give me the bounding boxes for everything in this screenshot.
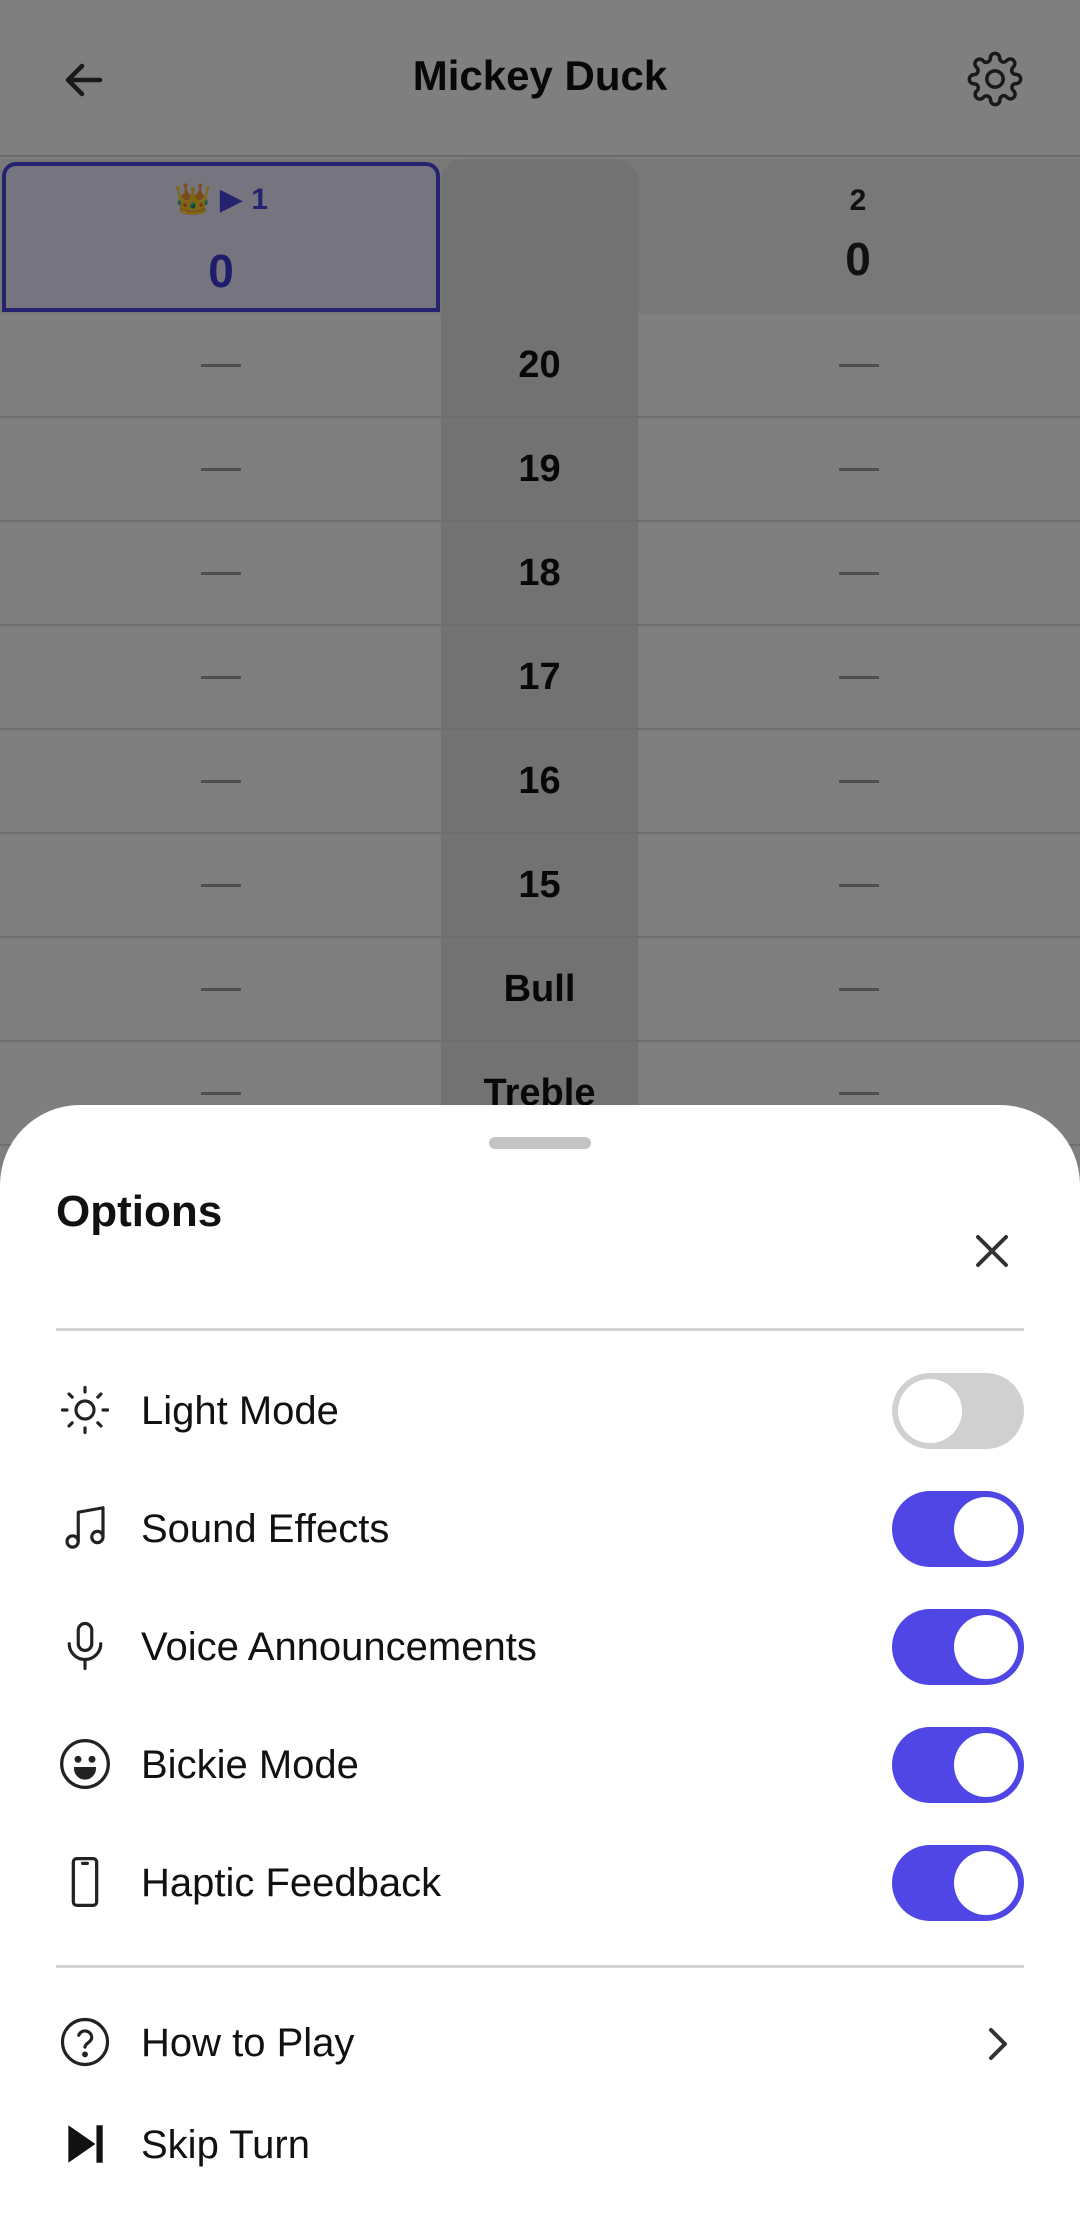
how-to-play-link[interactable]: How to Play bbox=[56, 2003, 1024, 2087]
sound-effects-toggle[interactable] bbox=[892, 1491, 1024, 1567]
toggle-knob bbox=[954, 1615, 1018, 1679]
divider bbox=[56, 1328, 1024, 1331]
help-circle-icon bbox=[56, 2013, 114, 2071]
haptic-feedback-toggle[interactable] bbox=[892, 1845, 1024, 1921]
option-label: Voice Announcements bbox=[141, 1625, 537, 1669]
close-icon bbox=[976, 1235, 1008, 1267]
microphone-icon bbox=[56, 1617, 114, 1675]
voice-announcements-toggle[interactable] bbox=[892, 1609, 1024, 1685]
chevron-right-icon bbox=[978, 2021, 1018, 2067]
drag-handle[interactable] bbox=[489, 1137, 591, 1149]
smiley-icon bbox=[56, 1735, 114, 1793]
close-button[interactable] bbox=[966, 1225, 1018, 1277]
option-label: Skip Turn bbox=[141, 2123, 310, 2167]
phone-icon bbox=[56, 1853, 114, 1911]
option-label: How to Play bbox=[141, 2021, 355, 2065]
skip-turn-button[interactable]: Skip Turn bbox=[56, 2105, 1024, 2189]
option-haptic-feedback[interactable]: Haptic Feedback bbox=[56, 1843, 1024, 1927]
divider bbox=[56, 1965, 1024, 1968]
options-bottom-sheet: Options Light Mode Sound Effects Voice A… bbox=[0, 1105, 1080, 2213]
music-note-icon bbox=[56, 1499, 114, 1557]
option-label: Sound Effects bbox=[141, 1507, 390, 1551]
option-sound-effects[interactable]: Sound Effects bbox=[56, 1489, 1024, 1573]
toggle-knob bbox=[898, 1379, 962, 1443]
sun-icon bbox=[56, 1381, 114, 1439]
option-label: Light Mode bbox=[141, 1389, 339, 1433]
option-label: Bickie Mode bbox=[141, 1743, 359, 1787]
option-bickie-mode[interactable]: Bickie Mode bbox=[56, 1725, 1024, 1809]
bickie-mode-toggle[interactable] bbox=[892, 1727, 1024, 1803]
toggle-knob bbox=[954, 1733, 1018, 1797]
option-light-mode[interactable]: Light Mode bbox=[56, 1371, 1024, 1455]
option-voice-announcements[interactable]: Voice Announcements bbox=[56, 1607, 1024, 1691]
toggle-knob bbox=[954, 1851, 1018, 1915]
skip-forward-icon bbox=[56, 2115, 114, 2173]
toggle-knob bbox=[954, 1497, 1018, 1561]
option-label: Haptic Feedback bbox=[141, 1861, 442, 1905]
light-mode-toggle[interactable] bbox=[892, 1373, 1024, 1449]
sheet-title: Options bbox=[56, 1187, 223, 1236]
